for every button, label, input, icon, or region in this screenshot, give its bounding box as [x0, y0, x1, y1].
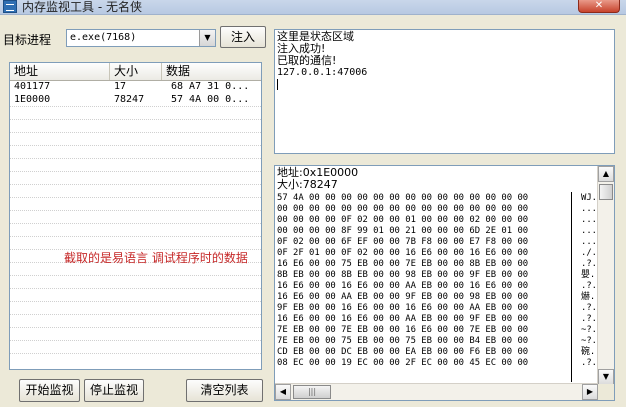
divider [10, 210, 261, 211]
divider [10, 301, 261, 302]
ascii-cell: ./. [581, 248, 598, 258]
ascii-cell: .?. [581, 314, 598, 324]
list-item[interactable]: 401177 17 68 A7 31 0... [10, 81, 261, 93]
status-line: 已取的通信! [277, 54, 337, 67]
hex-view[interactable]: 地址:0x1E0000 大小:78247 57 4A 00 00 00 00 0… [274, 165, 615, 401]
memory-list[interactable]: 地址 大小 数据 401177 17 68 A7 31 0... 1E0000 … [9, 62, 262, 370]
column-header-size[interactable]: 大小 [110, 63, 162, 80]
hex-row: 00 00 00 00 0F 02 00 00 01 00 00 00 02 0… [277, 215, 529, 225]
ascii-cell: .?. [581, 303, 598, 313]
divider [10, 340, 261, 341]
divider [10, 353, 261, 354]
status-address: 127.0.0.1:47006 [277, 67, 368, 78]
divider [10, 158, 261, 159]
hex-row: 00 00 00 00 8F 99 01 00 21 00 00 00 6D 2… [277, 226, 529, 236]
ascii-cell: .?. [581, 259, 598, 269]
ascii-cell: ~?. [581, 336, 598, 346]
column-header-address[interactable]: 地址 [10, 63, 110, 80]
annotation-note: 截取的是易语言 调试程序时的数据 [64, 251, 248, 265]
stop-monitor-button[interactable]: 停止监视 [84, 379, 144, 402]
divider [10, 288, 261, 289]
ascii-cell: .?. [581, 358, 598, 368]
divider [10, 145, 261, 146]
divider [10, 223, 261, 224]
ascii-cell: 嬰. [581, 270, 596, 280]
process-select[interactable]: e.exe(7168) ▼ [66, 29, 216, 47]
hex-row: 57 4A 00 00 00 00 00 00 00 00 00 00 00 0… [277, 193, 529, 203]
divider [10, 119, 261, 120]
ascii-cell: ... [581, 226, 598, 236]
status-line: 这里是状态区域 [277, 30, 354, 43]
divider [10, 314, 261, 315]
divider [10, 106, 261, 107]
scroll-left-icon[interactable]: ◀ [275, 384, 291, 400]
scroll-thumb[interactable]: ||| [293, 385, 331, 399]
start-monitor-button[interactable]: 开始监视 [19, 379, 80, 402]
hex-row: CD EB 00 00 DC EB 00 00 EA EB 00 00 F6 E… [277, 347, 529, 357]
ascii-cell: ... [581, 204, 598, 214]
hex-row: 7E EB 00 00 7E EB 00 00 16 E6 00 00 7E E… [277, 325, 529, 335]
ascii-cell: 碗. [581, 347, 596, 357]
row-data: 68 A7 31 0... [171, 81, 250, 92]
scroll-up-icon[interactable]: ▲ [598, 166, 614, 182]
list-item[interactable]: 1E0000 78247 57 4A 00 0... [10, 94, 261, 106]
hex-row: 9F EB 00 00 16 E6 00 00 16 E6 00 00 AA E… [277, 303, 529, 313]
hex-row: 00 00 00 00 00 00 00 00 00 00 00 00 00 0… [277, 204, 529, 214]
list-header: 地址 大小 数据 [10, 63, 261, 81]
row-size: 17 [114, 81, 127, 92]
scrollbar-corner [598, 384, 614, 400]
clear-list-button[interactable]: 清空列表 [186, 379, 263, 402]
divider [10, 184, 261, 185]
hex-row: 16 E6 00 00 16 E6 00 00 AA EB 00 00 9F E… [277, 314, 529, 324]
divider [10, 197, 261, 198]
hex-row: 7E EB 00 00 75 EB 00 00 75 EB 00 00 B4 E… [277, 336, 529, 346]
hex-row: 08 EC 00 00 19 EC 00 00 2F EC 00 00 45 E… [277, 358, 529, 368]
text-caret [277, 79, 278, 90]
vertical-scrollbar[interactable]: ▲ ▼ [597, 166, 614, 385]
scroll-thumb[interactable] [599, 184, 613, 200]
hex-ascii-separator [571, 192, 572, 382]
divider [10, 275, 261, 276]
hex-row: 16 E6 00 00 16 E6 00 00 AA EB 00 00 16 E… [277, 281, 529, 291]
window-title: 内存监视工具 - 无名侠 [22, 0, 142, 14]
app-icon [3, 0, 17, 13]
hex-row: 0F 2F 01 00 0F 02 00 00 16 E6 00 00 16 E… [277, 248, 529, 258]
row-address: 1E0000 [14, 94, 51, 105]
status-area[interactable]: 这里是状态区域 注入成功! 已取的通信! 127.0.0.1:47006 [274, 29, 615, 154]
column-header-data[interactable]: 数据 [162, 63, 261, 80]
process-select-value: e.exe(7168) [70, 32, 137, 43]
row-size: 78247 [114, 94, 145, 105]
scroll-down-icon[interactable]: ▼ [598, 369, 614, 385]
divider [10, 132, 261, 133]
title-bar: 内存监视工具 - 无名侠 ✕ [0, 0, 626, 15]
ascii-cell: ~?. [581, 325, 598, 335]
ascii-cell: ... [581, 237, 598, 247]
close-button[interactable]: ✕ [578, 0, 620, 13]
hex-row: 16 E6 00 00 75 EB 00 00 7E EB 00 00 8B E… [277, 259, 529, 269]
horizontal-scrollbar[interactable]: ◀ ||| ▶ [275, 383, 598, 400]
row-data: 57 4A 00 0... [171, 94, 250, 105]
ascii-cell: .?. [581, 281, 598, 291]
hex-row: 8B EB 00 00 8B EB 00 00 98 EB 00 00 9F E… [277, 270, 529, 280]
row-address: 401177 [14, 81, 51, 92]
chevron-down-icon[interactable]: ▼ [199, 30, 215, 46]
ascii-cell: 爀. [581, 292, 596, 302]
hex-row: 16 E6 00 00 AA EB 00 00 9F EB 00 00 98 E… [277, 292, 529, 302]
divider [10, 171, 261, 172]
ascii-cell: ... [581, 215, 598, 225]
hex-row: 0F 02 00 00 6F EF 00 00 7B F8 00 00 E7 F… [277, 237, 529, 247]
inject-button[interactable]: 注入 [220, 26, 266, 48]
scroll-right-icon[interactable]: ▶ [582, 384, 598, 400]
divider [10, 236, 261, 237]
hex-size-line: 大小:78247 [277, 178, 338, 191]
divider [10, 327, 261, 328]
ascii-cell: WJ. [581, 193, 598, 203]
target-process-label: 目标进程 [3, 33, 52, 47]
